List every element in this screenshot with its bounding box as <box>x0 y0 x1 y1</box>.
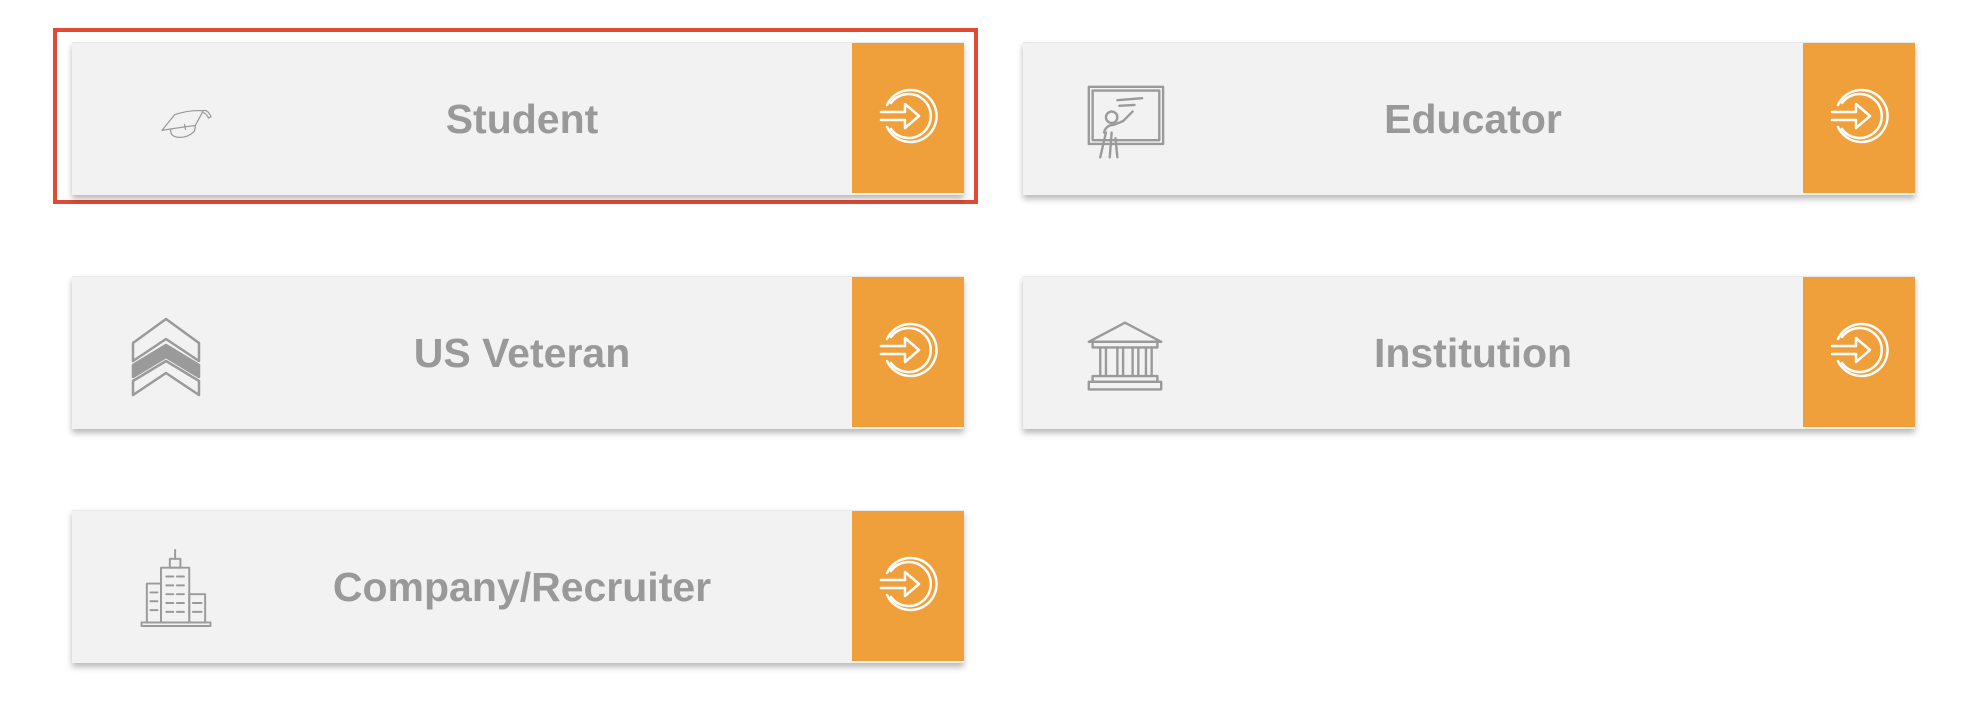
company-recruiter-card[interactable]: Company/Recruiter <box>72 510 964 663</box>
institution-enter-button[interactable] <box>1803 277 1915 427</box>
sign-in-arrow-icon <box>1828 319 1890 386</box>
educator-label: Educator <box>1384 95 1562 142</box>
sign-in-arrow-icon <box>877 85 939 152</box>
educator-card[interactable]: Educator <box>1023 42 1915 195</box>
graduation-cap-icon <box>130 81 214 165</box>
student-enter-button[interactable] <box>852 43 964 193</box>
student-card[interactable]: Student <box>72 42 964 195</box>
us-veteran-card[interactable]: US Veteran <box>72 276 964 429</box>
us-veteran-enter-button[interactable] <box>852 277 964 427</box>
institution-label: Institution <box>1373 329 1573 376</box>
sign-in-arrow-icon <box>877 319 939 386</box>
us-veteran-label: US Veteran <box>413 329 631 376</box>
chevron-rank-icon <box>130 315 214 399</box>
institution-building-icon <box>1081 315 1165 399</box>
educator-enter-button[interactable] <box>1803 43 1915 193</box>
company-recruiter-label: Company/Recruiter <box>332 563 712 610</box>
teacher-board-icon <box>1081 81 1165 165</box>
sign-in-arrow-icon <box>1828 85 1890 152</box>
student-label: Student <box>445 95 599 142</box>
institution-card[interactable]: Institution <box>1023 276 1915 429</box>
company-recruiter-enter-button[interactable] <box>852 511 964 661</box>
sign-in-arrow-icon <box>877 553 939 620</box>
office-building-icon <box>130 549 214 633</box>
